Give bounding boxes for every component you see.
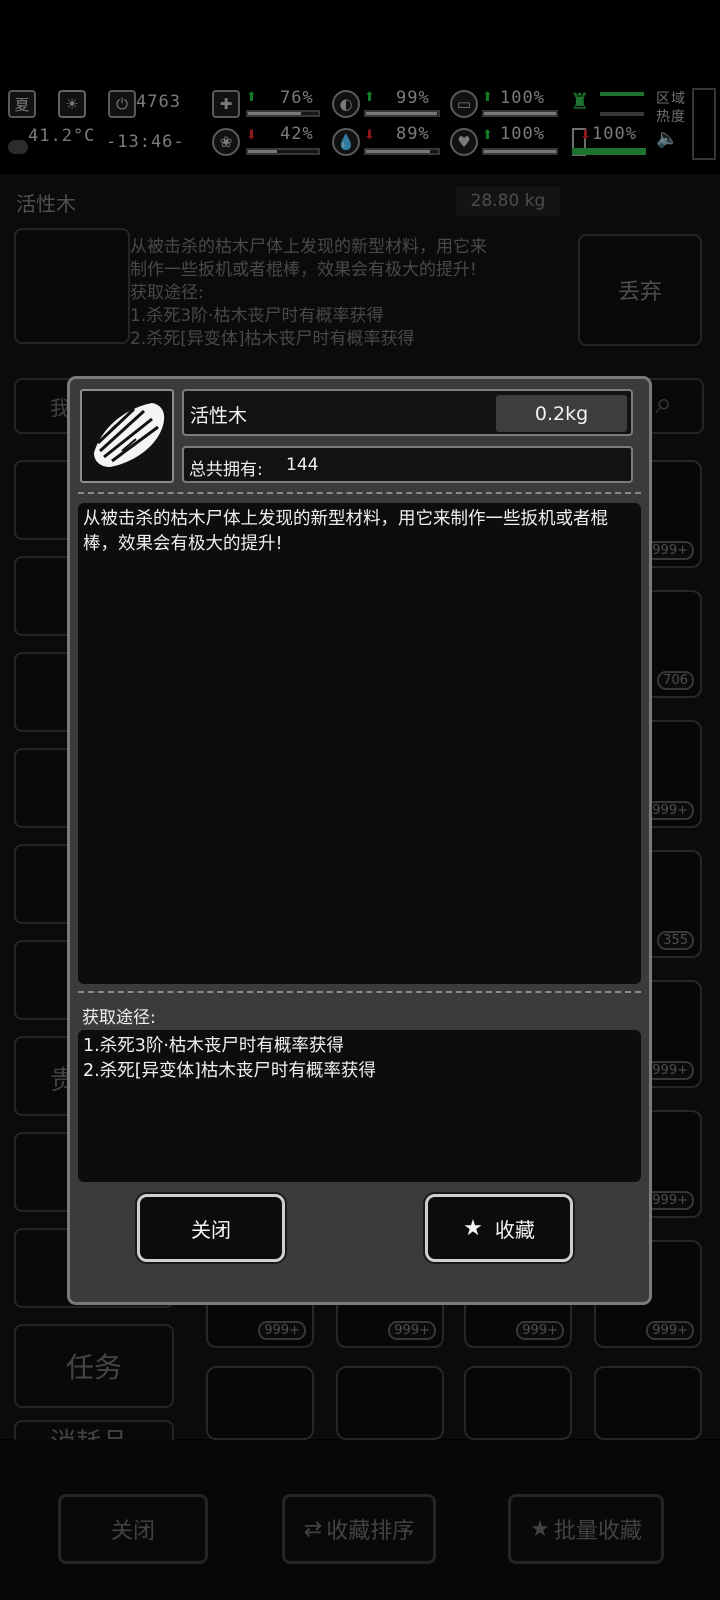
source-item: 1.杀死3阶·枯木丧尸时有概率获得 [83,1036,344,1056]
item-name: 活性木 [190,405,248,427]
source-list: 1.杀死3阶·枯木丧尸时有概率获得 2.杀死[异变体]枯木丧尸时有概率获得 [78,1030,641,1182]
divider [78,492,641,494]
close-button[interactable]: 关闭 [137,1194,285,1262]
owned-label: 总共拥有: [189,460,263,480]
wood-icon [94,403,165,467]
star-icon: ★ [463,1215,483,1241]
owned-count: 144 [286,455,319,475]
owned-bar: 总共拥有: 144 [182,446,633,483]
favorite-button[interactable]: ★ 收藏 [425,1194,573,1262]
item-thumbnail [80,389,174,483]
divider [78,991,641,993]
source-item: 2.杀死[异变体]枯木丧尸时有概率获得 [83,1061,376,1081]
source-title: 获取途径: [82,1008,156,1028]
item-detail-dialog: 活性木 0.2kg 总共拥有: 144 从被击杀的枯木尸体上发现的新型材料，用它… [67,376,652,1305]
item-name-bar: 活性木 0.2kg [182,389,633,436]
item-weight: 0.2kg [496,395,627,432]
favorite-label: 收藏 [494,1217,535,1242]
item-description: 从被击杀的枯木尸体上发现的新型材料，用它来制作一些扳机或者棍棒，效果会有极大的提… [78,503,641,984]
close-label: 关闭 [191,1217,231,1242]
